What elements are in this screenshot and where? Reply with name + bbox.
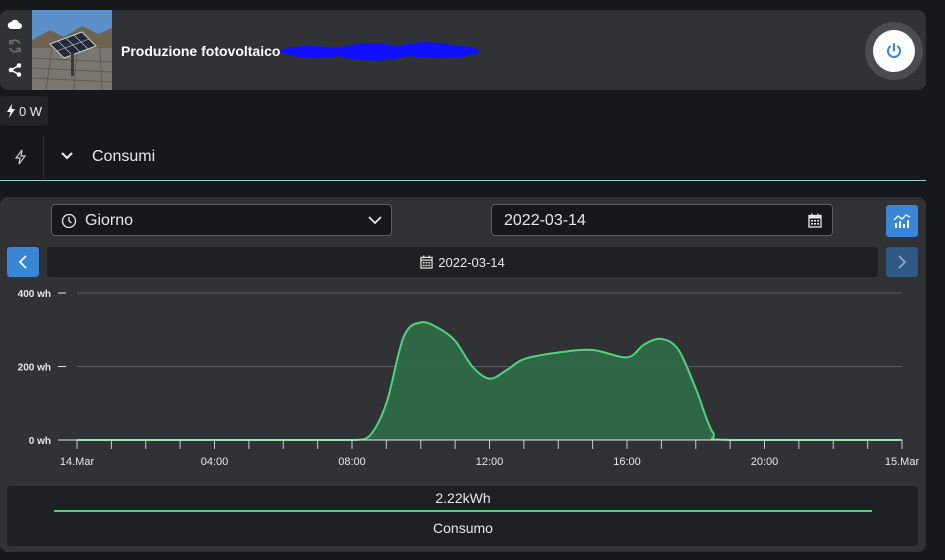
x-tick-label: 15.Mar (885, 456, 920, 468)
installation-thumbnail (32, 10, 112, 90)
consumption-area (77, 322, 902, 440)
x-axis: 14.Mar 04:00 08:00 12:00 16:00 20:00 15.Mar (60, 439, 920, 468)
x-tick-label: 08:00 (338, 456, 366, 468)
current-date-bar[interactable]: 2022-03-14 (47, 247, 878, 277)
chevron-left-icon (18, 255, 27, 269)
x-tick-label: 16:00 (613, 456, 641, 468)
y-tick-label: 200 wh (18, 363, 51, 374)
consumption-chart: 14.Mar 04:00 08:00 12:00 16:00 20:00 15.Mar 0 … (18, 289, 920, 468)
chevron-down-icon[interactable] (60, 151, 74, 161)
next-day-button[interactable] (886, 247, 918, 277)
power-icon (887, 43, 901, 58)
power-value: 0 W (18, 103, 43, 119)
side-icon-bar (4, 10, 26, 90)
share-icon[interactable] (7, 62, 23, 78)
chart-grid (77, 292, 902, 367)
page-title: Produzione fotovoltaico (121, 43, 281, 59)
chevron-down-icon (368, 216, 382, 225)
x-tick-label: 14.Mar (60, 456, 95, 468)
y-tick-label: 400 wh (18, 289, 51, 300)
date-input-value: 2022-03-14 (504, 212, 586, 229)
cloud-icon[interactable] (7, 16, 23, 32)
x-tick-label: 12:00 (476, 456, 504, 468)
previous-day-button[interactable] (7, 247, 39, 277)
calendar-icon (420, 255, 433, 269)
sync-icon[interactable] (7, 38, 23, 54)
chart-type-button[interactable] (886, 205, 918, 237)
chart-icon (893, 214, 911, 228)
calendar-icon (808, 213, 822, 228)
period-value: Giorno (85, 212, 134, 229)
solar-panel-image (32, 10, 112, 90)
summary-series-label[interactable]: Consumo (0, 520, 926, 536)
summary-total: 2.22kWh (435, 490, 491, 506)
divider (43, 136, 44, 178)
current-date-label: 2022-03-14 (438, 254, 505, 270)
date-input[interactable]: 2022-03-14 (491, 204, 833, 236)
series-legend-line (54, 510, 872, 512)
section-label: Consumi (92, 148, 156, 165)
bolt-icon (6, 104, 15, 118)
power-button[interactable] (873, 30, 915, 72)
power-badge: 0 W (0, 96, 48, 126)
bolt-outline-icon (14, 149, 27, 165)
x-tick-label: 04:00 (201, 456, 229, 468)
period-select[interactable]: Giorno (51, 204, 392, 236)
x-tick-label: 20:00 (751, 456, 779, 468)
clock-icon (61, 213, 77, 229)
y-axis: 0 wh 200 wh 400 wh (18, 289, 66, 447)
chevron-right-icon (898, 255, 907, 269)
y-tick-label: 0 wh (29, 436, 51, 447)
redaction-mark (280, 42, 480, 61)
